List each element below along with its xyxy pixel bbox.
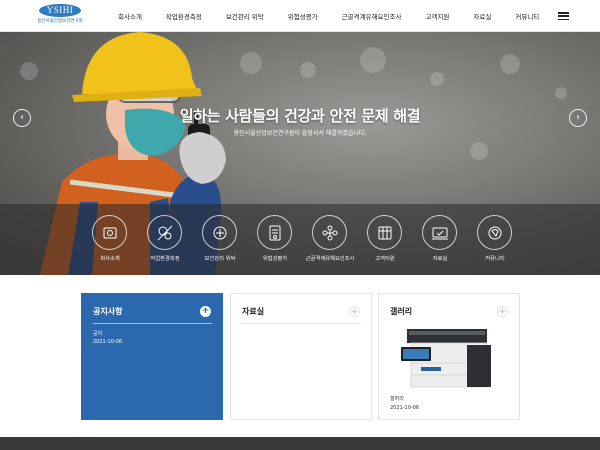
prev-slide-button[interactable]: ‹: [13, 109, 31, 127]
nav-community[interactable]: 커뮤니티: [515, 11, 539, 21]
nav-risk-assessment[interactable]: 위험성평가: [288, 11, 318, 21]
community-icon: [477, 215, 512, 250]
gallery-item-caption[interactable]: 갤러리: [390, 395, 404, 402]
gallery-item-date: 2021-10-06: [390, 405, 420, 411]
menu-icon[interactable]: [558, 12, 569, 21]
divider: [93, 323, 212, 324]
hero-title: 일하는 사람들의 건강과 안전 문제 해결: [179, 107, 421, 125]
gallery-more-button[interactable]: +: [497, 306, 508, 317]
divider: [242, 323, 361, 324]
nav-health-management[interactable]: 보건관리 위탁: [226, 11, 264, 21]
service-measurement[interactable]: 작업환경측정: [140, 212, 190, 272]
health-management-icon: [202, 215, 237, 250]
service-company[interactable]: 회사소개: [85, 212, 135, 272]
site-logo[interactable]: YSIHI 용인서울산업보건연구원: [33, 4, 87, 26]
company-icon: [92, 215, 127, 250]
notice-more-button[interactable]: +: [200, 306, 211, 317]
next-slide-button[interactable]: ›: [569, 109, 587, 127]
service-risk-assessment[interactable]: 위험성평가: [250, 212, 300, 272]
service-musculoskeletal[interactable]: 근골격계유해요인조사: [305, 212, 355, 272]
data-room-title: 자료실: [242, 307, 265, 316]
service-community[interactable]: 커뮤니티: [470, 212, 520, 272]
customer-support-icon: [367, 215, 402, 250]
nav-work-env-measurement[interactable]: 작업환경측정: [166, 11, 202, 21]
notice-card: 공지사항 + 공지 2021-10-06: [81, 293, 223, 420]
notice-item-title[interactable]: 공지: [93, 330, 102, 337]
site-header: YSIHI 용인서울산업보건연구원 회사소개 작업환경측정 보건관리 위탁 위험…: [0, 0, 600, 32]
footer: [0, 437, 600, 450]
gallery-title: 갤러리: [390, 307, 413, 316]
nav-company[interactable]: 회사소개: [118, 11, 142, 21]
service-archive[interactable]: 자료실: [415, 212, 465, 272]
nav-musculoskeletal[interactable]: 근골격계유해요인조사: [342, 11, 402, 21]
logo-mark: YSIHI: [39, 4, 81, 17]
notice-item-date: 2021-10-06: [93, 339, 123, 345]
gallery-thumbnail[interactable]: [397, 323, 497, 391]
data-room-card: 자료실 +: [230, 293, 372, 420]
logo-subtext: 용인서울산업보건연구원: [37, 19, 83, 24]
notice-title: 공지사항: [93, 307, 123, 316]
risk-assessment-icon: [257, 215, 292, 250]
measurement-icon: [147, 215, 182, 250]
hero-subtitle: 용인서울산업보건연구원이 앞장서서 해결하겠습니다.: [233, 130, 367, 137]
data-room-more-button[interactable]: +: [349, 306, 360, 317]
nav-customer-support[interactable]: 고객지원: [425, 11, 449, 21]
service-customer-support[interactable]: 고객지원: [360, 212, 410, 272]
main-nav: 회사소개 작업환경측정 보건관리 위탁 위험성평가 근골격계유해요인조사 고객지…: [118, 0, 539, 32]
nav-archive[interactable]: 자료실: [473, 11, 491, 21]
gallery-card: 갤러리 + 갤러리 2021-10-06: [378, 293, 520, 420]
archive-icon: [422, 215, 457, 250]
service-label: 커뮤니티: [485, 256, 505, 262]
service-health-management[interactable]: 보건관리 위탁: [195, 212, 245, 272]
musculoskeletal-icon: [312, 215, 347, 250]
